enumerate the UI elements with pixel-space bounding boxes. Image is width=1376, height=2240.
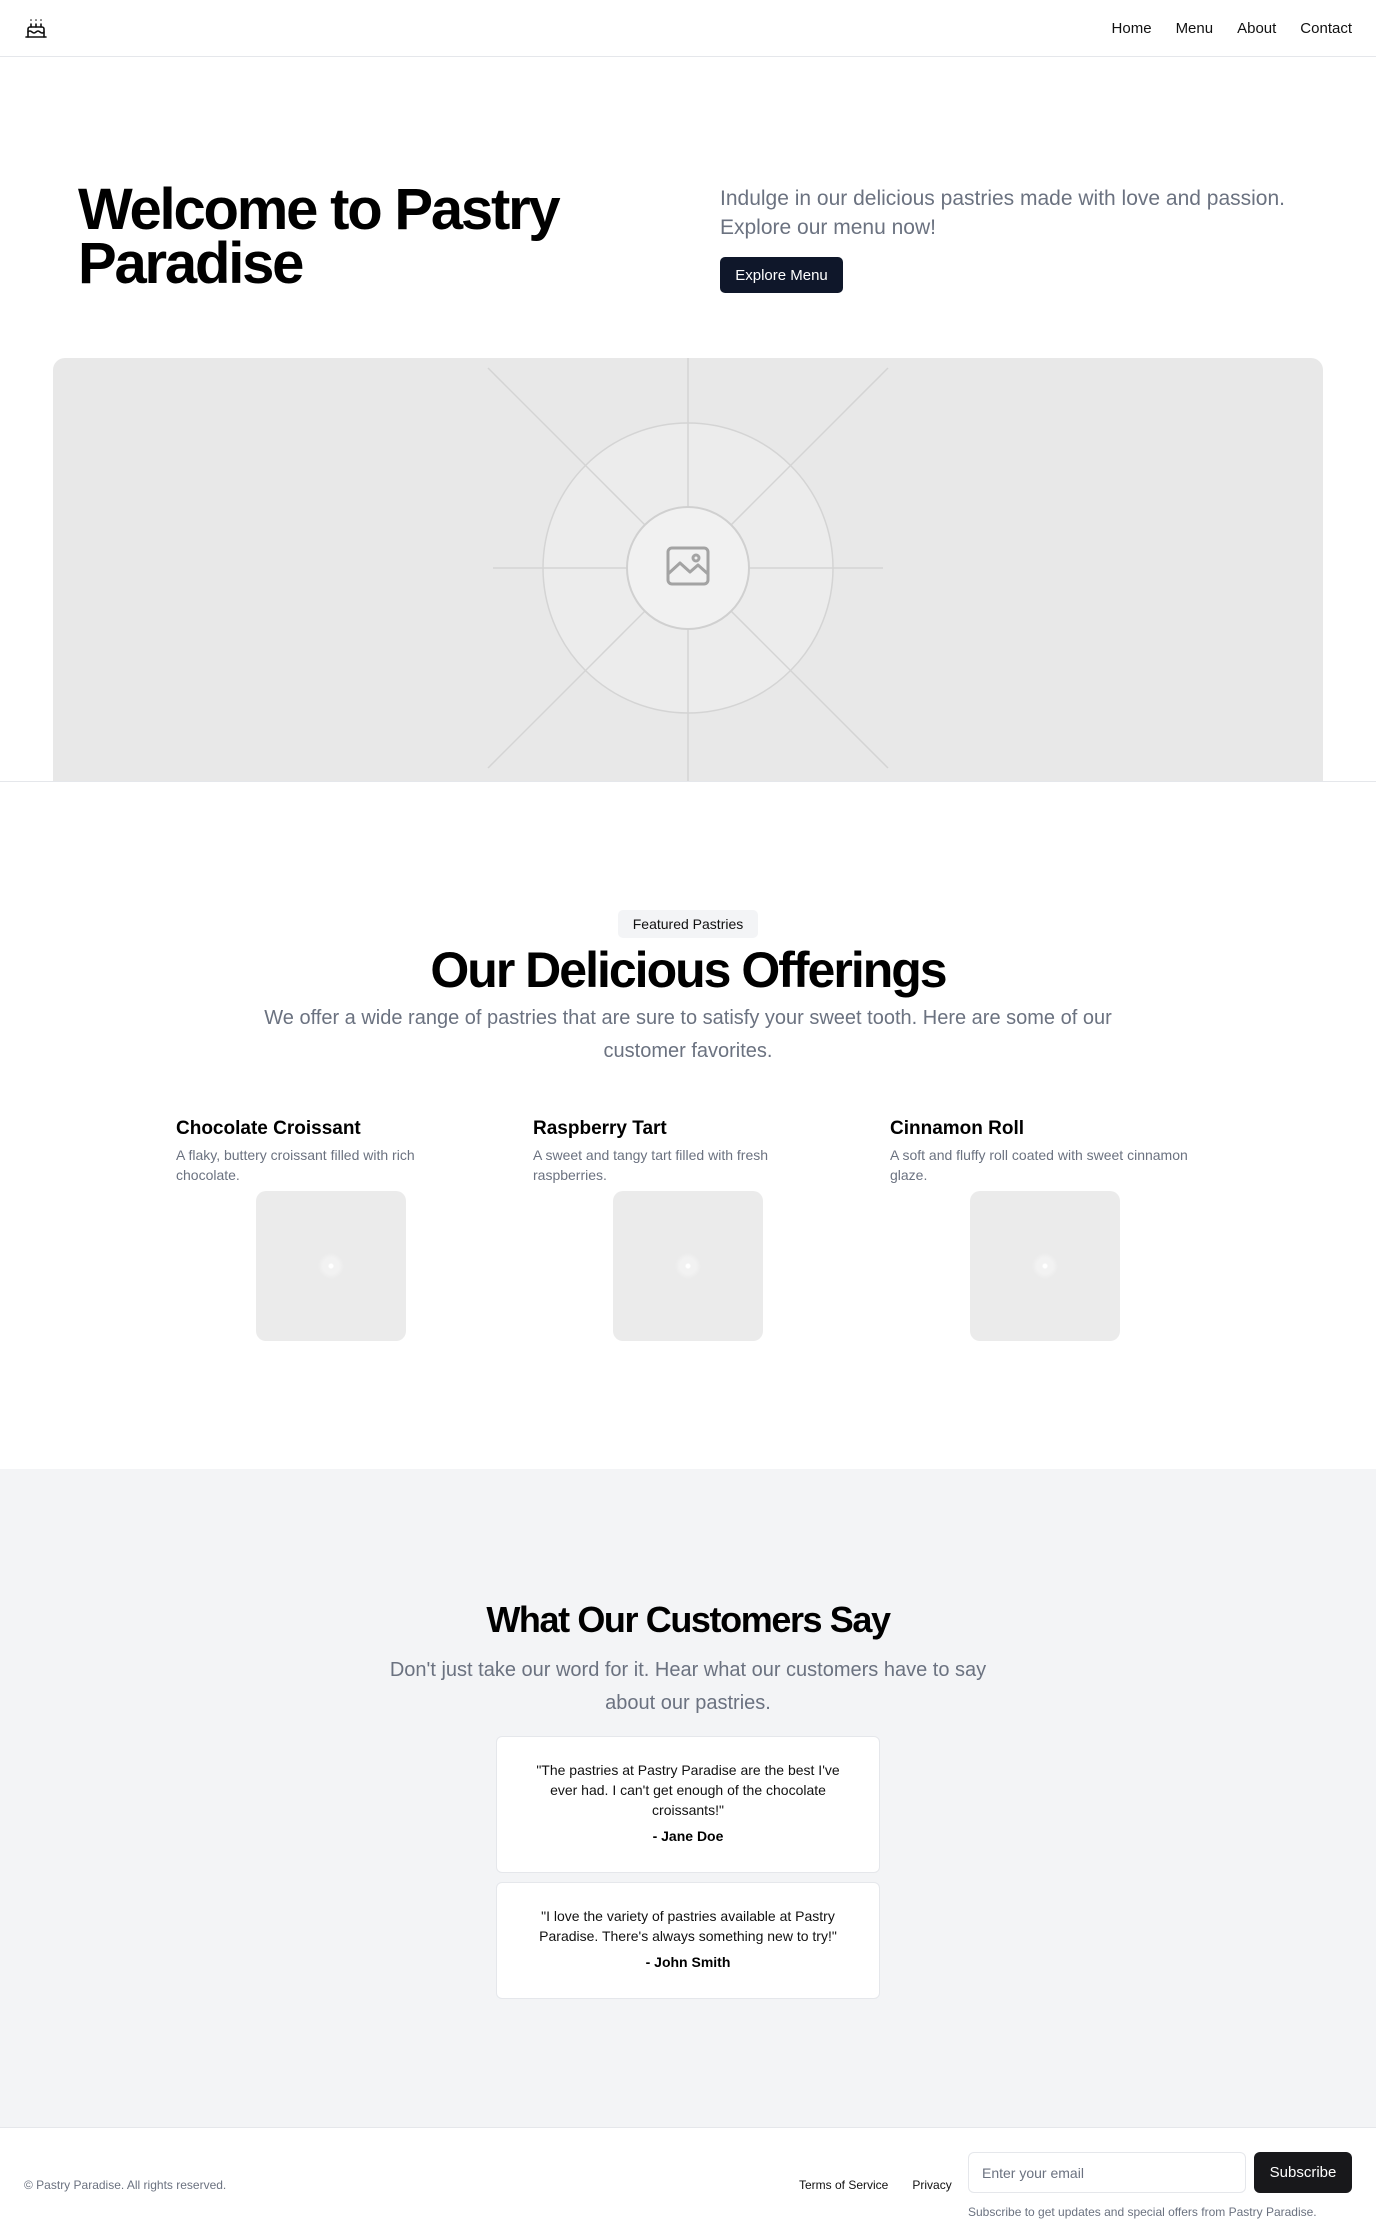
footer: © Pastry Paradise. All rights reserved. … xyxy=(0,2127,1376,2240)
product-card[interactable]: Cinnamon Roll A soft and fluffy roll coa… xyxy=(890,1115,1210,1341)
testimonial-quote: "The pastries at Pastry Paradise are the… xyxy=(536,1762,840,1818)
testimonial-card: "I love the variety of pastries availabl… xyxy=(496,1882,880,1999)
hero-title: Welcome to Pastry Paradise xyxy=(78,177,561,296)
hero-subtitle: Indulge in our delicious pastries made w… xyxy=(720,187,1286,239)
hero-image-placeholder xyxy=(487,358,889,782)
top-nav: Home Menu About Contact xyxy=(0,0,1376,57)
explore-menu-button[interactable]: Explore Menu xyxy=(720,257,843,293)
product-image xyxy=(613,1191,763,1341)
subscribe-button[interactable]: Subscribe xyxy=(1254,2152,1352,2193)
product-description: A soft and fluffy roll coated with sweet… xyxy=(890,1147,1188,1183)
footer-link-privacy[interactable]: Privacy xyxy=(912,2178,951,2192)
section-divider xyxy=(0,781,1376,782)
product-image xyxy=(970,1191,1120,1341)
footer-links: Terms of Service Privacy xyxy=(799,2178,952,2192)
nav-link-contact[interactable]: Contact xyxy=(1300,20,1352,37)
email-field[interactable] xyxy=(968,2152,1246,2193)
product-image xyxy=(256,1191,406,1341)
product-description: A sweet and tangy tart filled with fresh… xyxy=(533,1147,769,1183)
footer-link-terms[interactable]: Terms of Service xyxy=(799,2178,888,2192)
product-card[interactable]: Raspberry Tart A sweet and tangy tart fi… xyxy=(533,1115,853,1341)
nav-link-about[interactable]: About xyxy=(1237,20,1276,37)
testimonial-quote: "I love the variety of pastries availabl… xyxy=(539,1908,837,1944)
hero-image xyxy=(53,358,1323,782)
nav-link-menu[interactable]: Menu xyxy=(1176,20,1214,37)
copyright-text: © Pastry Paradise. All rights reserved. xyxy=(24,2178,227,2192)
featured-badge: Featured Pastries xyxy=(618,910,758,938)
testimonials-title: What Our Customers Say xyxy=(486,1599,891,1640)
product-name: Raspberry Tart xyxy=(533,1118,667,1139)
offerings-subtitle: We offer a wide range of pastries that a… xyxy=(264,1007,1112,1062)
testimonials-subtitle: Don't just take our word for it. Hear wh… xyxy=(389,1659,987,1714)
testimonial-card: "The pastries at Pastry Paradise are the… xyxy=(496,1736,880,1873)
product-description: A flaky, buttery croissant filled with r… xyxy=(176,1147,415,1183)
product-name: Chocolate Croissant xyxy=(176,1118,361,1139)
nav-links: Home Menu About Contact xyxy=(1112,0,1352,57)
testimonial-author: - John Smith xyxy=(645,1954,731,1970)
subscribe-note: Subscribe to get updates and special off… xyxy=(968,2205,1317,2219)
testimonial-author: - Jane Doe xyxy=(652,1828,724,1844)
product-name: Cinnamon Roll xyxy=(890,1118,1025,1139)
nav-link-home[interactable]: Home xyxy=(1112,20,1152,37)
product-card[interactable]: Chocolate Croissant A flaky, buttery cro… xyxy=(176,1115,496,1341)
cake-icon[interactable] xyxy=(24,16,48,40)
offerings-title: Our Delicious Offerings xyxy=(430,942,947,998)
